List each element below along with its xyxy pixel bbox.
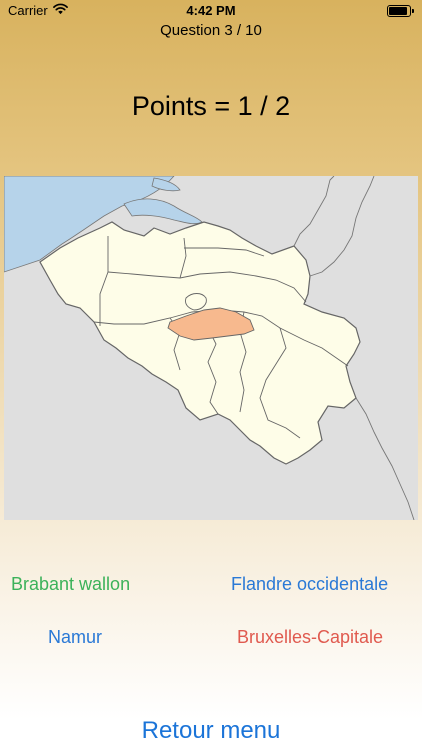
- answer-button-2[interactable]: Flandre occidentale: [231, 574, 388, 595]
- answer-button-4[interactable]: Bruxelles-Capitale: [237, 627, 383, 648]
- status-bar: Carrier 4:42 PM: [0, 0, 422, 22]
- retour-menu-button[interactable]: Retour menu: [0, 717, 422, 745]
- battery-icon: [387, 5, 414, 17]
- status-time: 4:42 PM: [186, 3, 236, 18]
- answer-button-1[interactable]: Brabant wallon: [11, 574, 130, 595]
- answer-button-3[interactable]: Namur: [48, 627, 102, 648]
- question-counter: Question 3 / 10: [160, 22, 262, 39]
- belgium-map: [4, 176, 418, 520]
- battery-fill: [389, 7, 407, 15]
- points-score: Points = 1 / 2: [131, 91, 291, 121]
